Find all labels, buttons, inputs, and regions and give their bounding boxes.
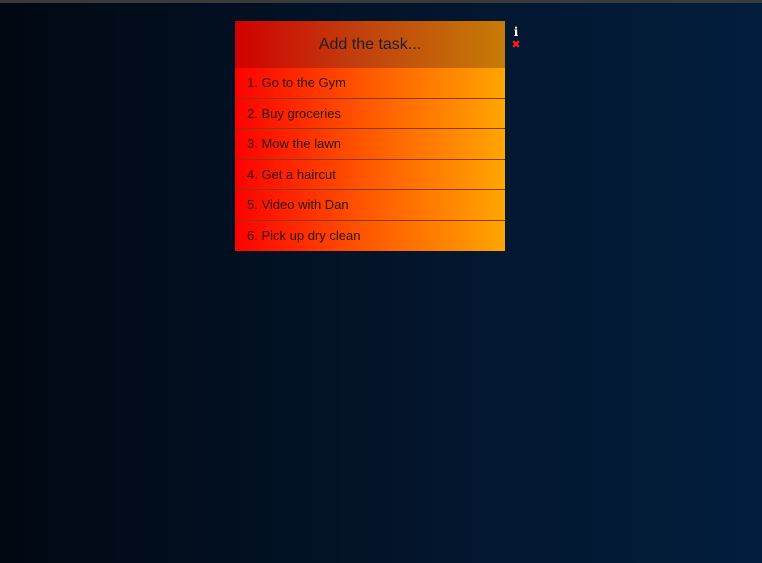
task-item[interactable]: 1. Go to the Gym [235, 68, 505, 99]
window-top-border [0, 0, 762, 3]
side-icons: i ✖ [511, 26, 523, 51]
task-item[interactable]: 3. Mow the lawn [235, 129, 505, 160]
todo-panel: 1. Go to the Gym 2. Buy groceries 3. Mow… [235, 21, 505, 251]
task-item[interactable]: 2. Buy groceries [235, 98, 505, 129]
task-item[interactable]: 5. Video with Dan [235, 190, 505, 221]
task-item[interactable]: 4. Get a haircut [235, 159, 505, 190]
app-background: { "todo": { "input": { "placeholder": "A… [0, 0, 762, 563]
info-icon[interactable]: i [511, 26, 521, 38]
task-list: 1. Go to the Gym 2. Buy groceries 3. Mow… [235, 68, 505, 251]
close-icon[interactable]: ✖ [511, 39, 521, 51]
task-item[interactable]: 6. Pick up dry clean [235, 220, 505, 251]
add-task-input[interactable] [235, 21, 505, 68]
